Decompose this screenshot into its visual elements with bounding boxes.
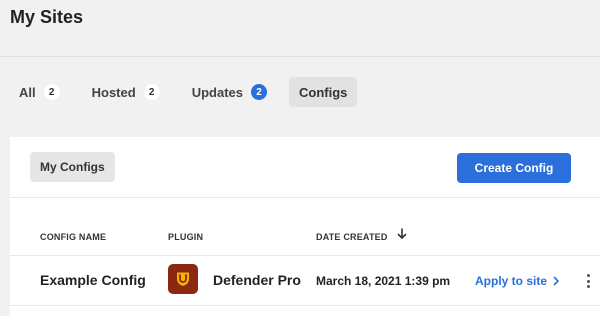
defender-shield-icon (168, 264, 198, 294)
configs-panel: My Configs Create Config CONFIG NAME PLU… (10, 137, 600, 316)
tab-label: Updates (191, 84, 243, 100)
more-options-icon[interactable] (582, 273, 594, 289)
tab-label: All (19, 84, 36, 100)
tab-count-badge: 2 (43, 84, 60, 100)
column-header-plugin[interactable]: PLUGIN (168, 232, 203, 242)
site-tabs: All 2 Hosted 2 Updates 2 Configs (10, 77, 369, 107)
header-divider (0, 56, 600, 57)
configs-panel-header: My Configs Create Config (10, 137, 600, 198)
apply-to-site-link[interactable]: Apply to site (475, 274, 560, 288)
my-configs-button[interactable]: My Configs (30, 152, 115, 182)
column-header-config-name[interactable]: CONFIG NAME (40, 232, 106, 242)
apply-to-site-label: Apply to site (475, 274, 548, 288)
tab-configs[interactable]: Configs (288, 77, 358, 107)
page-title: My Sites (10, 7, 84, 27)
tab-all[interactable]: All 2 (10, 77, 70, 107)
date-created: March 18, 2021 1:39 pm (316, 274, 451, 288)
plugin-name: Defender Pro (213, 272, 301, 288)
column-header-date-created[interactable]: DATE CREATED (316, 232, 388, 242)
config-name: Example Config (40, 272, 146, 288)
chevron-right-icon (553, 276, 559, 286)
tab-updates[interactable]: Updates 2 (182, 77, 277, 107)
create-config-button[interactable]: Create Config (457, 153, 571, 183)
tab-label: Hosted (91, 84, 136, 100)
row-divider (10, 305, 600, 306)
arrow-down-icon[interactable] (397, 228, 407, 240)
tab-count-badge: 2 (250, 84, 267, 100)
row-divider (10, 255, 600, 256)
tab-count-badge: 2 (143, 84, 160, 100)
tab-label: Configs (298, 84, 348, 100)
tab-hosted[interactable]: Hosted 2 (82, 77, 170, 107)
